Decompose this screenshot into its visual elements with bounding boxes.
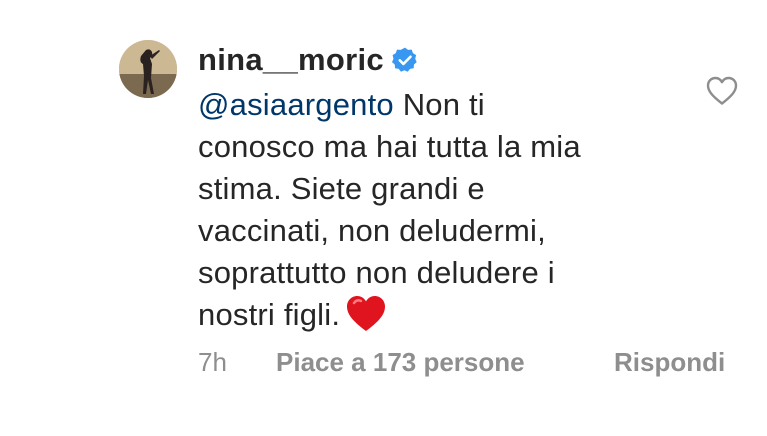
comment-line: stima. Siete grandi e bbox=[198, 171, 485, 206]
comment-body: nina__moric @asiaargento Non ti conosco m… bbox=[198, 38, 668, 336]
heart-outline-icon[interactable] bbox=[706, 76, 738, 106]
comment-header: nina__moric bbox=[198, 38, 668, 82]
comment-line: soprattutto non deludere i bbox=[198, 255, 555, 290]
comment-line: conosco ma hai tutta la mia bbox=[198, 129, 581, 164]
verified-badge-icon bbox=[391, 47, 418, 73]
username[interactable]: nina__moric bbox=[198, 42, 384, 78]
likes-count-button[interactable]: Piace a 173 persone bbox=[276, 347, 525, 378]
mention-link[interactable]: @asiaargento bbox=[198, 87, 394, 122]
comment-item: nina__moric @asiaargento Non ti conosco m… bbox=[0, 0, 767, 436]
avatar[interactable] bbox=[119, 40, 177, 98]
comment-line: nostri figli. bbox=[198, 297, 341, 332]
red-heart-emoji bbox=[346, 295, 386, 333]
timestamp: 7h bbox=[198, 347, 227, 377]
comment-text: @asiaargento Non ti conosco ma hai tutta … bbox=[198, 84, 668, 336]
avatar-image bbox=[119, 40, 177, 98]
comment-line: vaccinati, non deludermi, bbox=[198, 213, 546, 248]
comment-meta: 7h Piace a 173 persone Rispondi bbox=[198, 347, 758, 383]
comment-line: Non ti bbox=[393, 87, 485, 122]
reply-button[interactable]: Rispondi bbox=[614, 347, 725, 378]
